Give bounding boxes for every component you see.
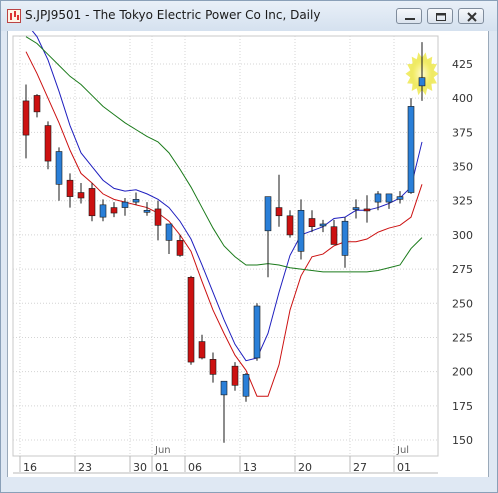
y-tick-label: 250 xyxy=(452,297,473,310)
chart-area[interactable]: 150 175 200 225 250 275 300 325 350 375 400 425 16 23… xyxy=(7,22,489,477)
candle-body xyxy=(66,179,74,197)
y-tick-label: 200 xyxy=(452,366,473,379)
candle-body xyxy=(297,209,305,252)
candle-body xyxy=(99,204,107,218)
candle-body xyxy=(418,77,426,87)
y-tick-label: 150 xyxy=(452,434,473,447)
candle-body xyxy=(154,208,162,226)
candle-body xyxy=(55,151,63,185)
candlestick-chart: 150 175 200 225 250 275 300 325 350 375 400 425 16 23… xyxy=(12,22,473,474)
minimize-button[interactable] xyxy=(396,8,422,24)
candle-body xyxy=(77,192,85,199)
candle-body xyxy=(220,380,228,396)
candle-body xyxy=(374,193,382,203)
month-label: Jun xyxy=(154,445,171,456)
chart-window: S.JPJ9501 - The Tokyo Electric Power Co … xyxy=(0,0,498,493)
candle-body xyxy=(341,220,349,256)
close-button[interactable] xyxy=(458,8,484,24)
candle-body xyxy=(264,196,272,232)
x-tick-label: 23 xyxy=(78,461,92,474)
y-tick-label: 400 xyxy=(452,92,473,105)
candle-body xyxy=(110,207,118,214)
x-tick-label: 01 xyxy=(155,461,169,474)
window-title: S.JPJ9501 - The Tokyo Electric Power Co … xyxy=(25,8,321,22)
candle-body xyxy=(286,215,294,236)
candle-body xyxy=(352,207,360,210)
candle-body xyxy=(198,341,206,359)
candle-body xyxy=(165,223,173,241)
candle-body xyxy=(407,106,415,193)
x-tick-label: 30 xyxy=(133,461,147,474)
candle-body xyxy=(121,201,129,208)
y-tick-label: 175 xyxy=(452,400,473,413)
x-tick-label: 27 xyxy=(353,461,367,474)
candle-body xyxy=(33,95,41,113)
y-tick-label: 275 xyxy=(452,263,473,276)
y-tick-label: 225 xyxy=(452,331,473,344)
candle-body xyxy=(187,276,195,363)
restore-button[interactable] xyxy=(427,8,453,24)
candle-body xyxy=(319,223,327,227)
x-tick-label: 01 xyxy=(397,461,411,474)
minimize-icon xyxy=(405,18,415,20)
candle-body xyxy=(143,209,151,213)
close-icon xyxy=(467,12,477,22)
candle-body xyxy=(385,193,393,203)
candle-body xyxy=(209,359,217,375)
candle-body xyxy=(242,374,250,397)
candle-body xyxy=(176,240,184,256)
candle-body xyxy=(308,218,316,228)
y-tick-label: 325 xyxy=(452,195,473,208)
x-tick-label: 16 xyxy=(23,461,37,474)
x-tick-label: 20 xyxy=(298,461,312,474)
candle-body xyxy=(132,199,140,203)
y-tick-label: 300 xyxy=(452,229,473,242)
candle-body xyxy=(275,207,283,217)
restore-icon xyxy=(436,13,446,21)
candle-body xyxy=(231,365,239,386)
month-label: Jul xyxy=(396,445,409,456)
candle-body xyxy=(253,305,261,359)
y-tick-label: 350 xyxy=(452,161,473,174)
candle-body xyxy=(330,226,338,245)
y-tick-label: 375 xyxy=(452,126,473,139)
candle-body xyxy=(363,208,371,212)
candle-body xyxy=(88,188,96,217)
x-tick-label: 13 xyxy=(243,461,257,474)
title-bar[interactable]: S.JPJ9501 - The Tokyo Electric Power Co … xyxy=(1,1,497,31)
x-tick-label: 06 xyxy=(188,461,202,474)
candle-body xyxy=(22,100,30,136)
status-strip xyxy=(1,479,497,492)
y-tick-label: 425 xyxy=(452,58,473,71)
candle-body xyxy=(396,196,404,200)
candle-body xyxy=(44,125,52,162)
chart-app-icon xyxy=(7,9,21,23)
